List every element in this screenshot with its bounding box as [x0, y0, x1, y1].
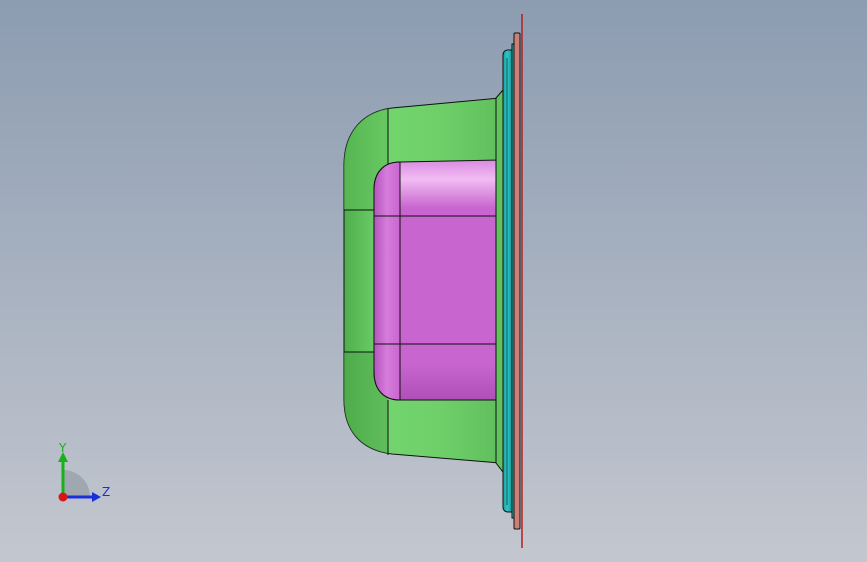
y-axis-label: Y [59, 441, 67, 455]
mounting-plate[interactable] [513, 32, 521, 530]
graphics-viewport[interactable]: Y Z [0, 0, 867, 562]
housing-neck [495, 88, 504, 474]
cavity-fillet-left [373, 161, 401, 401]
view-triad[interactable]: Y Z [48, 440, 118, 510]
x-axis-icon [58, 492, 68, 502]
triad-plane-icon [63, 470, 90, 497]
model-view[interactable] [0, 0, 867, 562]
z-axis-label: Z [102, 485, 111, 499]
z-axis-arrow-icon [92, 492, 101, 502]
